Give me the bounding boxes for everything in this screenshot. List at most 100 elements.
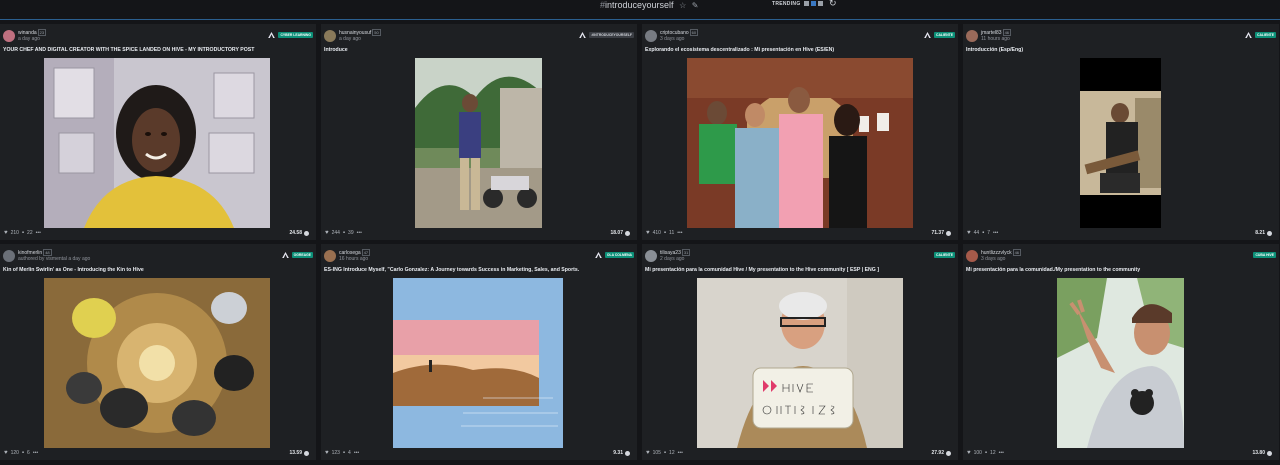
post-title[interactable]: ES-ING Introduce Myself, "Carlo Gonzalez… [324,267,579,273]
avatar[interactable] [645,250,657,262]
post-title[interactable]: Kin of Merlin Swirlin' as One - Introduc… [3,267,144,273]
post-card[interactable]: husnainyousuf 50 a day ago #introduceyour… [321,24,637,240]
post-card[interactable]: carlosega 47 16 hours ago Ola Colmena ES-… [321,244,637,460]
more-icon[interactable]: ••• [999,450,1004,456]
post-time: a day ago [18,36,40,42]
comment-icon[interactable]: ▪ [22,450,24,456]
community-badge[interactable]: Caliente [1255,32,1276,38]
payout[interactable]: 9.31 [613,450,630,456]
community-badge[interactable]: #introduceyourself [589,32,634,38]
upvote-icon[interactable]: ♥ [646,450,650,456]
post-thumbnail[interactable] [44,58,270,228]
star-icon[interactable]: ☆ [679,1,686,10]
post-author[interactable]: kinofmerlin 48 authored by vismental a da… [3,249,90,262]
payout[interactable]: 8.21 [1255,230,1272,236]
post-title[interactable]: Mi presentación para la comunidad Hive /… [645,267,879,273]
more-icon[interactable]: ••• [36,230,41,236]
post-author[interactable]: carlosega 47 16 hours ago [324,249,371,262]
comment-icon[interactable]: ▪ [22,230,24,236]
avatar[interactable] [3,30,15,42]
avatar[interactable] [324,250,336,262]
grid-view-icon[interactable] [811,1,816,6]
upvote-icon[interactable]: ♥ [4,230,8,236]
list-view-icon[interactable] [804,1,809,6]
comment-icon[interactable]: ▪ [664,450,666,456]
payout[interactable]: 13.80 [1252,450,1272,456]
post-thumbnail[interactable] [687,58,913,228]
post-author[interactable]: jmartel83 46 11 hours ago [966,29,1012,42]
post-title[interactable]: YOUR CHEF AND DIGITAL CREATOR WITH THE S… [3,47,254,53]
upvote-icon[interactable]: ♥ [967,450,971,456]
comment-icon[interactable]: ▪ [343,230,345,236]
post-title[interactable]: Mi presentación para la comunidad./My pr… [966,267,1140,273]
more-icon[interactable]: ••• [993,230,998,236]
avatar[interactable] [966,30,978,42]
community-tag[interactable]: Cyber Learning [268,32,313,38]
payout[interactable]: 13.59 [289,450,309,456]
post-author[interactable]: huntlizzzvlyck 46 3 days ago [966,249,1022,262]
post-author[interactable]: criptocubano 60 3 days ago [645,29,699,42]
avatar[interactable] [324,30,336,42]
compact-view-icon[interactable] [818,1,823,6]
more-icon[interactable]: ••• [357,230,362,236]
community-badge[interactable]: Caliente [934,252,955,258]
post-card[interactable]: criptocubano 60 3 days ago Caliente Explo… [642,24,958,240]
edit-icon[interactable]: ✎ [692,1,699,10]
refresh-icon[interactable]: ↻ [829,0,837,9]
post-thumbnail[interactable] [415,58,542,228]
view-mode-toggle[interactable] [804,1,823,6]
upvote-icon[interactable]: ♥ [4,450,8,456]
post-card[interactable]: tilisaya23 31 2 days ago Caliente Mi pres… [642,244,958,460]
more-icon[interactable]: ••• [678,450,683,456]
community-badge[interactable]: Ogreage [291,252,313,258]
comment-icon[interactable]: ▪ [985,450,987,456]
community-tag[interactable]: #introduceyourself [579,32,634,38]
thumbnail-image [1057,278,1184,448]
avatar[interactable] [966,250,978,262]
comment-icon[interactable]: ▪ [982,230,984,236]
payout[interactable]: 71.37 [931,230,951,236]
payout[interactable]: 24.58 [289,230,309,236]
payout[interactable]: 27.92 [931,450,951,456]
avatar[interactable] [3,250,15,262]
post-author[interactable]: tilisaya23 31 2 days ago [645,249,691,262]
upvote-icon[interactable]: ♥ [325,230,329,236]
post-card[interactable]: winanda 23 a day ago Cyber Learning YOUR … [0,24,316,240]
community-tag[interactable]: Cuba Hive [1253,252,1276,258]
community-tag[interactable]: Caliente [1245,32,1276,38]
post-thumbnail[interactable] [1057,278,1184,448]
post-thumbnail[interactable] [1080,58,1161,228]
community-badge[interactable]: Cuba Hive [1253,252,1276,258]
upvote-icon[interactable]: ♥ [967,230,971,236]
payout[interactable]: 18.07 [610,230,630,236]
post-thumbnail[interactable] [393,278,563,448]
community-tag[interactable]: Ogreage [281,252,313,258]
upvote-icon[interactable]: ♥ [325,450,329,456]
post-author[interactable]: winanda 23 a day ago [3,29,47,42]
upvote-icon[interactable]: ♥ [646,230,650,236]
post-card[interactable]: huntlizzzvlyck 46 3 days ago Cuba Hive Mi… [963,244,1279,460]
co-author-name[interactable]: vismental [46,256,67,262]
post-thumbnail[interactable] [44,278,270,448]
post-card[interactable]: jmartel83 46 11 hours ago Caliente Introd… [963,24,1279,240]
avatar[interactable] [645,30,657,42]
post-thumbnail[interactable] [697,278,903,448]
more-icon[interactable]: ••• [354,450,359,456]
post-title[interactable]: Introduce [324,47,348,53]
more-icon[interactable]: ••• [677,230,682,236]
sort-trending[interactable]: TRENDING [772,1,801,7]
comment-icon[interactable]: ▪ [343,450,345,456]
community-tag[interactable]: Caliente [924,32,955,38]
comment-count: 12 [990,450,996,456]
post-title[interactable]: Introducción (Esp/Eng) [966,47,1023,53]
more-icon[interactable]: ••• [33,450,38,456]
post-author[interactable]: husnainyousuf 50 a day ago [324,29,381,42]
post-card[interactable]: kinofmerlin 48 authored by vismental a da… [0,244,316,460]
post-title[interactable]: Explorando el ecosistema descentralizado… [645,47,834,53]
community-badge[interactable]: Cyber Learning [278,32,313,38]
community-tag[interactable]: Ola Colmena [595,252,634,258]
community-badge[interactable]: Caliente [934,32,955,38]
community-badge[interactable]: Ola Colmena [604,252,634,258]
comment-icon[interactable]: ▪ [664,230,666,236]
community-tag[interactable]: Caliente [934,252,955,258]
